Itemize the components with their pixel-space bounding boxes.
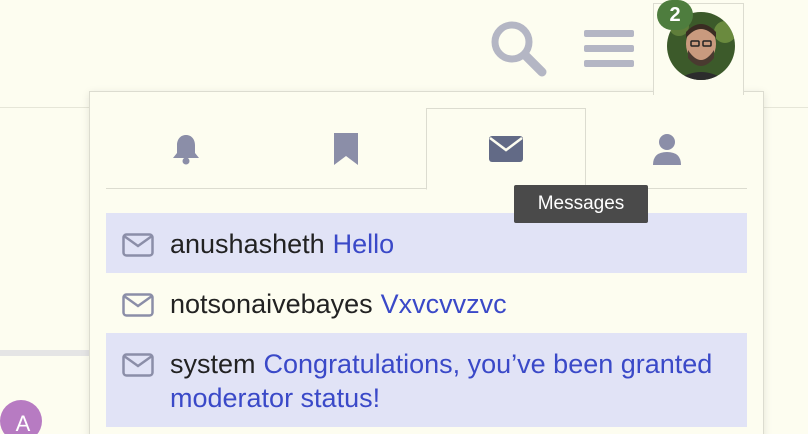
message-sender: system [170, 349, 256, 379]
dropdown-tabs [106, 108, 747, 190]
user-icon [653, 133, 681, 165]
bell-icon [173, 134, 199, 164]
message-list: anushasheth Hello notsonaivebayes Vxvcvvzv… [106, 213, 747, 427]
tab-bookmarks[interactable] [266, 108, 426, 189]
search-button[interactable] [486, 18, 550, 78]
search-icon [491, 21, 547, 77]
page: 2 A Messages anushasheth Hello notsonaiv… [0, 0, 808, 434]
post-author-avatar[interactable]: A [0, 400, 42, 434]
message-sender: notsonaivebayes [170, 289, 373, 319]
bookmark-icon [334, 132, 358, 165]
envelope-outline-icon [122, 353, 154, 377]
message-item[interactable]: system Congratulations, you’ve been grant… [106, 333, 747, 427]
envelope-outline-icon [122, 233, 154, 257]
message-sender: anushasheth [170, 229, 325, 259]
page-divider [0, 350, 90, 356]
tab-messages[interactable] [426, 108, 586, 190]
message-item[interactable]: notsonaivebayes Vxvcvvzvc [106, 273, 747, 333]
messages-tooltip: Messages [514, 185, 648, 223]
envelope-outline-icon [122, 293, 154, 317]
menu-button[interactable] [580, 18, 640, 78]
envelope-icon [489, 136, 523, 162]
tab-notifications[interactable] [106, 108, 266, 189]
tab-profile[interactable] [587, 108, 747, 189]
user-dropdown-panel: Messages anushasheth Hello notsonaivebaye… [89, 91, 764, 434]
message-item[interactable]: anushasheth Hello [106, 213, 747, 273]
notification-count-badge: 2 [657, 0, 693, 30]
hamburger-menu-icon [584, 30, 634, 67]
message-text[interactable]: Vxvcvvzvc [381, 289, 507, 319]
message-text[interactable]: Hello [333, 229, 395, 259]
